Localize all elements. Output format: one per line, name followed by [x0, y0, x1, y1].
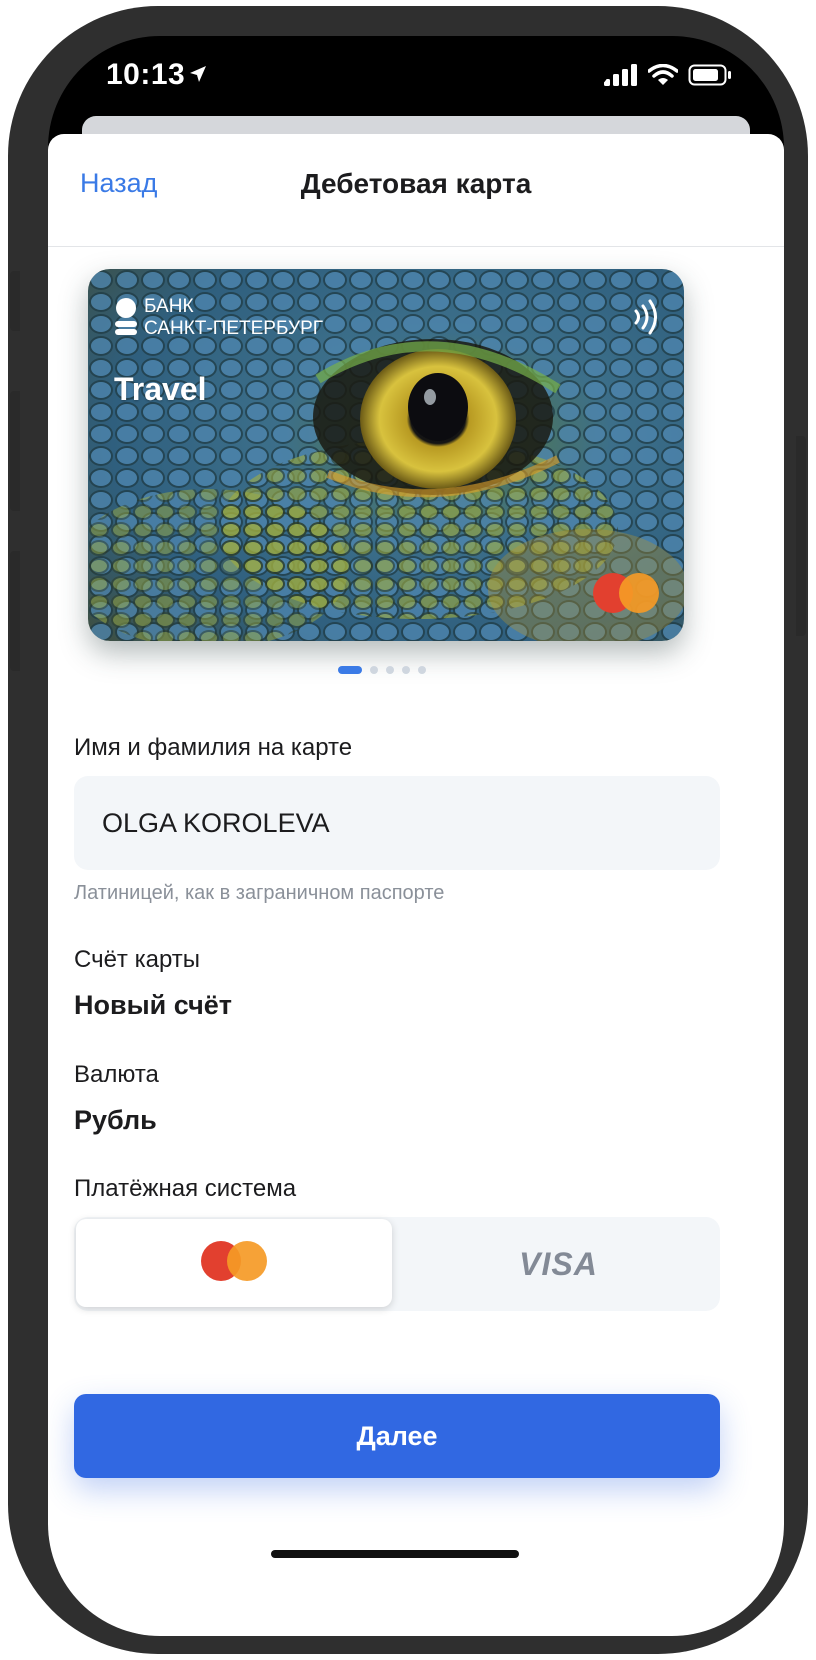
account-label: Счёт карты: [74, 946, 201, 973]
notch: [218, 36, 614, 96]
cardholder-name-label: Имя и фамилия на карте: [74, 734, 353, 761]
phone-frame: 10:13 Назад Дебетовая карта БАНК САНКТ-П…: [8, 6, 808, 1654]
carousel-dot[interactable]: [418, 666, 426, 674]
carousel-dot[interactable]: [402, 666, 410, 674]
screen: 10:13 Назад Дебетовая карта БАНК САНКТ-П…: [48, 36, 784, 1636]
bank-name-line1: БАНК: [144, 296, 194, 317]
currency-value[interactable]: Рубль: [74, 1105, 157, 1136]
card-carousel-indicator[interactable]: [338, 666, 426, 674]
volume-up-button: [10, 391, 20, 511]
carousel-dot[interactable]: [386, 666, 394, 674]
battery-icon: [688, 64, 732, 91]
mastercard-option[interactable]: [76, 1219, 392, 1307]
payment-system-label: Платёжная система: [74, 1175, 297, 1202]
visa-logo: VISA: [519, 1245, 598, 1282]
payment-system-selector: VISA: [74, 1217, 720, 1311]
card-product-name: Travel: [114, 371, 207, 407]
navigation-bar: Назад Дебетовая карта: [48, 134, 784, 247]
bank-logo-icon: [114, 297, 138, 342]
next-button[interactable]: Далее: [74, 1394, 720, 1478]
wifi-icon: [647, 63, 679, 91]
page-title: Дебетовая карта: [300, 168, 532, 199]
status-time: 10:13: [106, 58, 186, 91]
carousel-dot[interactable]: [370, 666, 378, 674]
cardholder-name-input[interactable]: [74, 776, 720, 870]
account-value[interactable]: Новый счёт: [74, 990, 232, 1021]
modal-sheet: Назад Дебетовая карта БАНК САНКТ-ПЕТЕРБУ…: [48, 134, 784, 1636]
contactless-icon: [632, 297, 662, 342]
volume-down-button: [10, 551, 20, 671]
home-indicator: [271, 1550, 519, 1558]
mastercard-logo-icon: [592, 572, 660, 619]
visa-option[interactable]: VISA: [397, 1217, 720, 1311]
mastercard-logo-icon: [200, 1240, 268, 1287]
currency-label: Валюта: [74, 1061, 159, 1088]
carousel-dot[interactable]: [338, 666, 362, 674]
location-arrow-icon: [188, 64, 208, 89]
bank-name-line2: САНКТ-ПЕТЕРБУРГ: [144, 318, 324, 339]
power-button: [796, 436, 806, 636]
cardholder-name-hint: Латиницей, как в заграничном паспорте: [74, 882, 445, 904]
silent-switch: [10, 271, 20, 331]
debit-card-image[interactable]: БАНК САНКТ-ПЕТЕРБУРГ Travel: [88, 269, 684, 641]
bank-name: БАНК САНКТ-ПЕТЕРБУРГ: [144, 296, 323, 340]
